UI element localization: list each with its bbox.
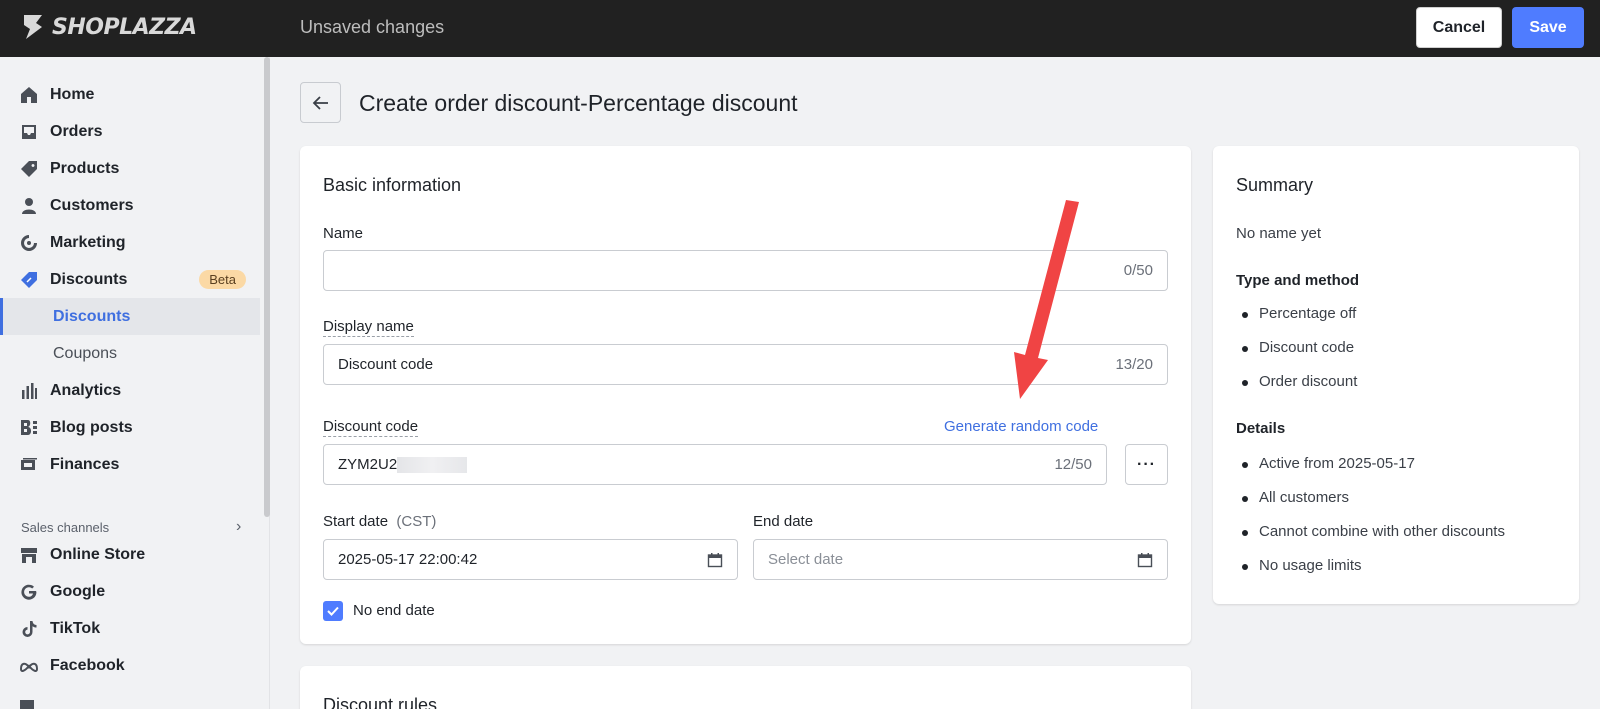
red-arrow-shape xyxy=(1014,200,1079,399)
annotation-arrow xyxy=(1014,200,1079,399)
